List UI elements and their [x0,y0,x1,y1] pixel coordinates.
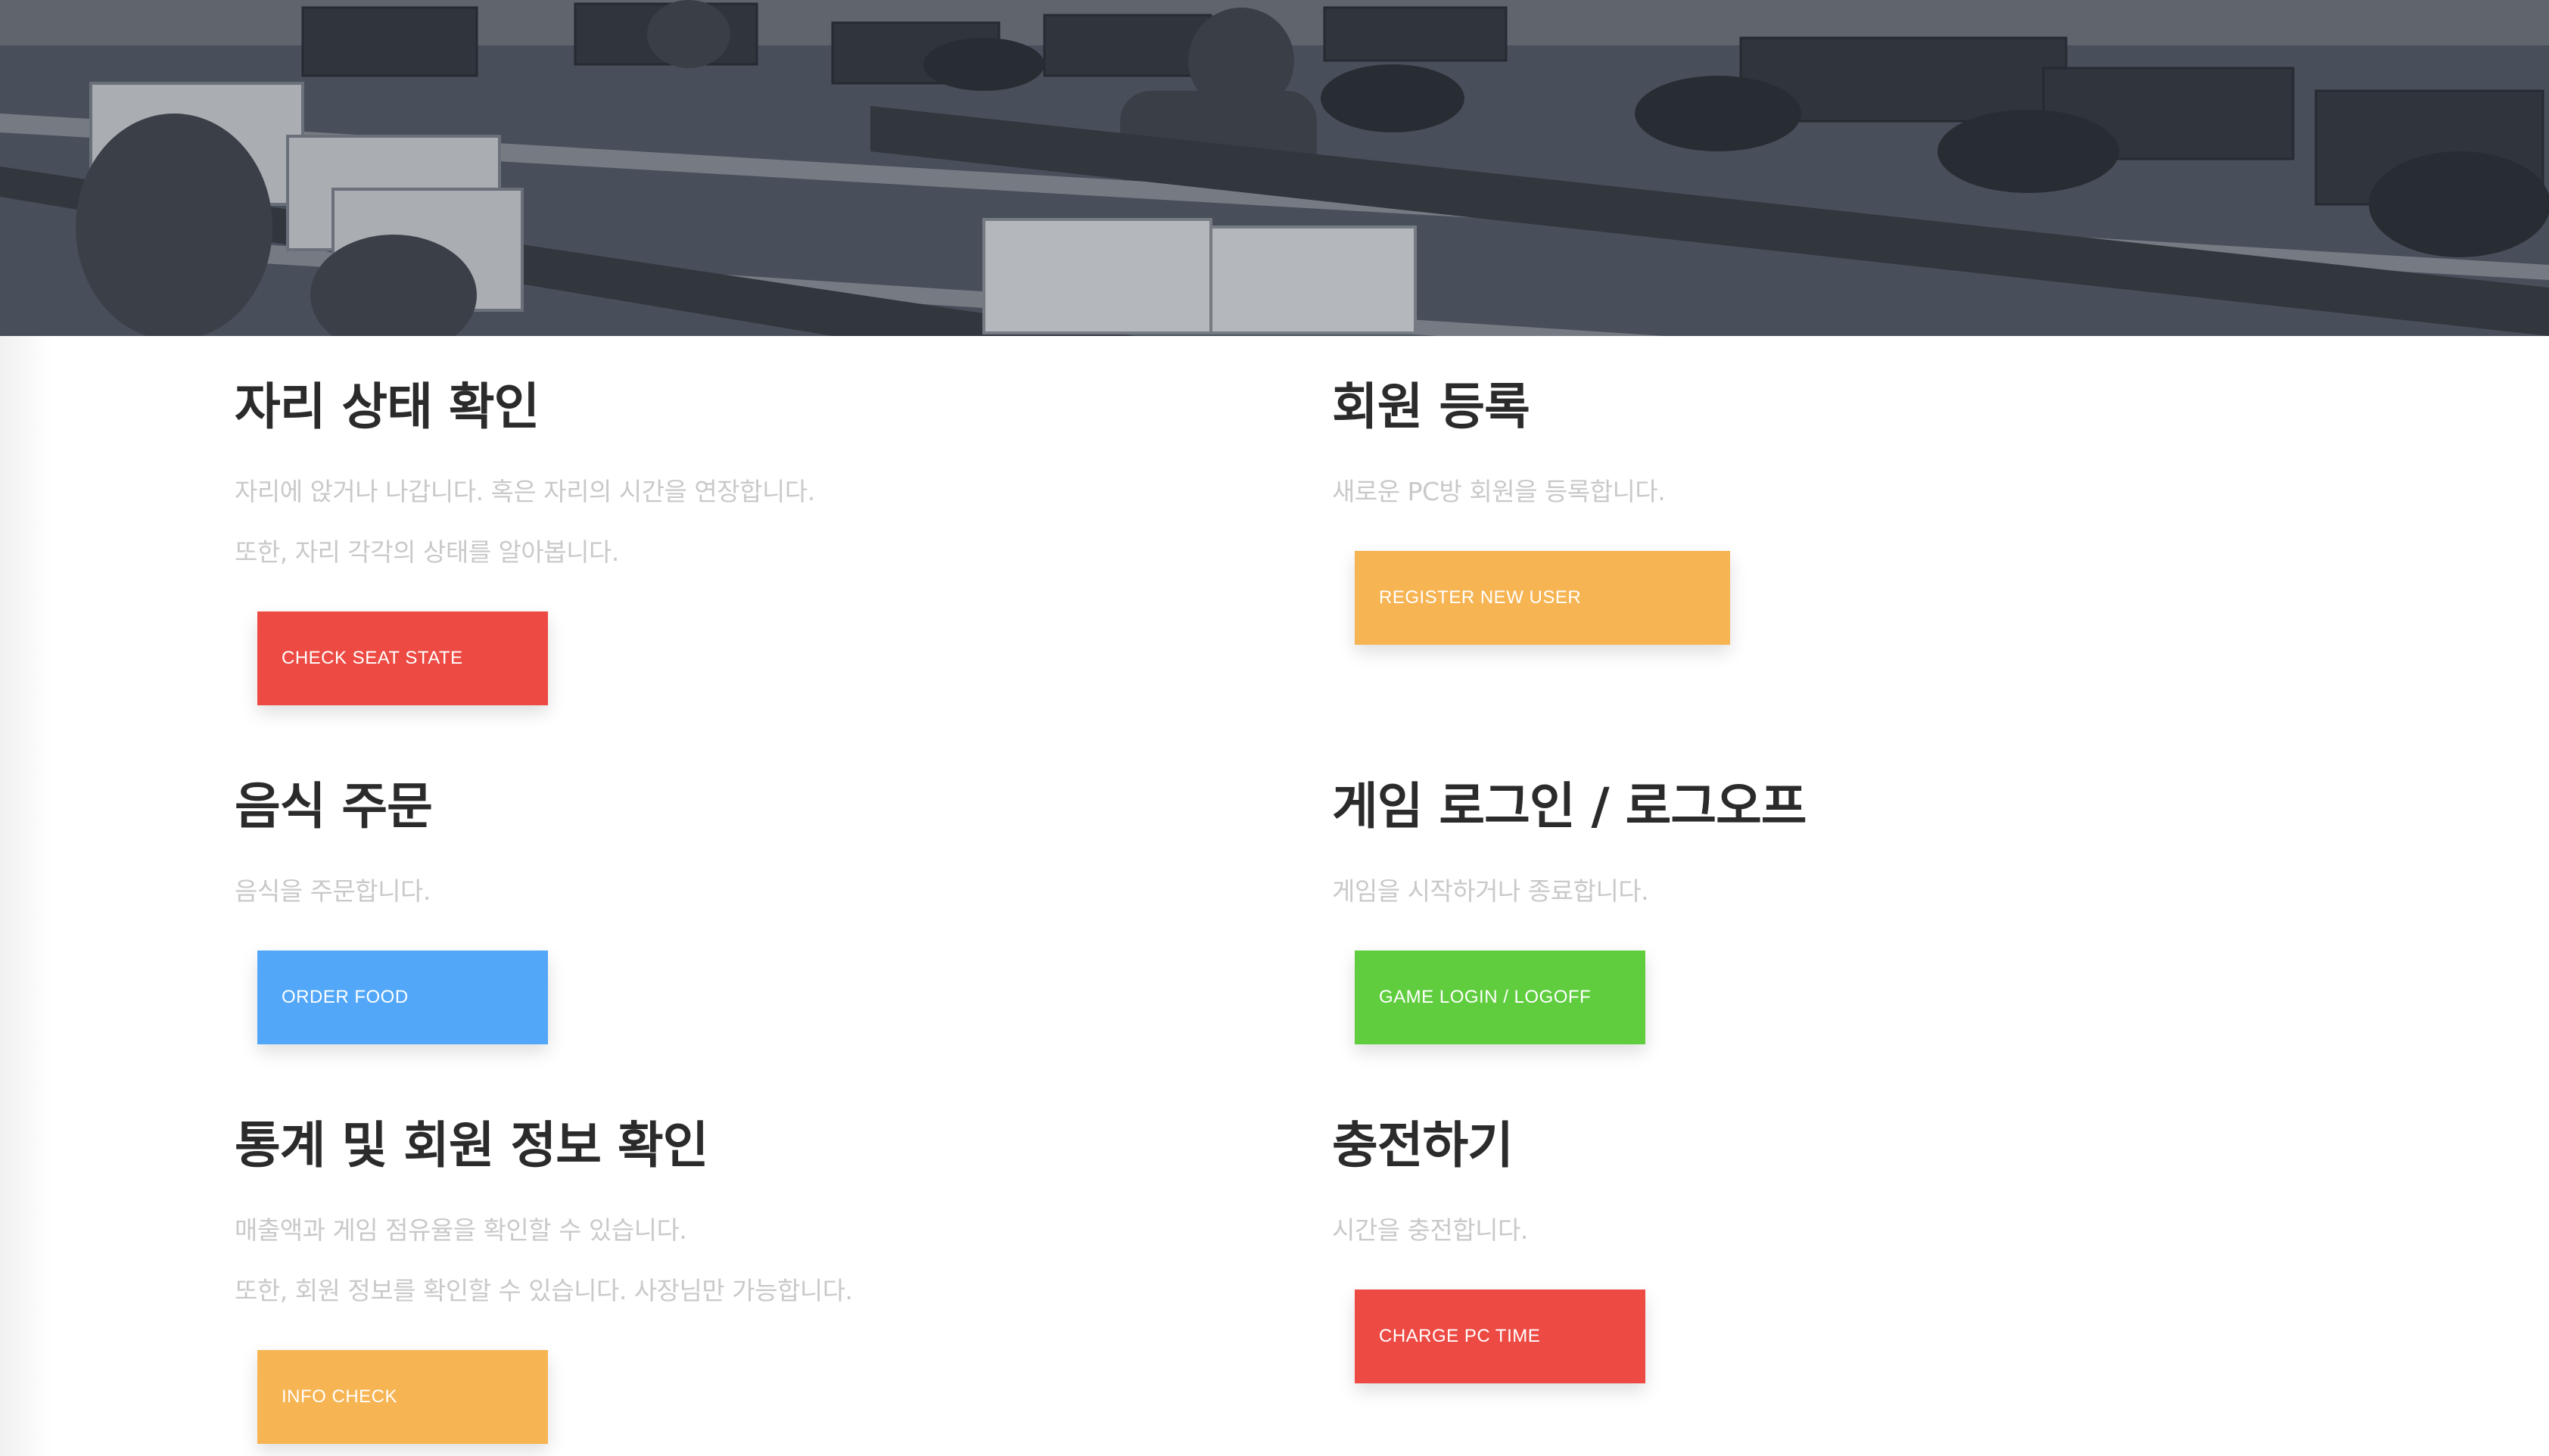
register-new-user-button[interactable]: REGISTER NEW USER [1355,551,1730,645]
section-description-line-2: 또한, 자리 각각의 상태를 알아봅니다. [235,537,619,567]
info-check-button[interactable]: INFO CHECK [257,1350,548,1444]
section-description-line-1: 자리에 앉거나 나갑니다. 혹은 자리의 시간을 연장합니다. [235,477,815,506]
section-info-check: 통계 및 회원 정보 확인 매출액과 게임 점유율을 확인할 수 있습니다. 또… [235,1114,1218,1306]
order-food-button[interactable]: ORDER FOOD [257,950,548,1044]
section-description-line-1: 시간을 충전합니다. [1332,1215,1528,1245]
section-title: 게임 로그인 / 로그오프 [1332,777,1807,835]
check-seat-state-button[interactable]: CHECK SEAT STATE [257,611,548,705]
section-charge-time: 충전하기 시간을 충전합니다. [1332,1114,2316,1246]
section-description-line-1: 매출액과 게임 점유율을 확인할 수 있습니다. [235,1215,687,1245]
section-title: 충전하기 [1332,1116,1514,1174]
section-description-line-2: 또한, 회원 정보를 확인할 수 있습니다. 사장님만 가능합니다. [235,1276,853,1305]
section-description-line-1: 새로운 PC방 회원을 등록합니다. [1332,477,1666,506]
section-seat-state: 자리 상태 확인 자리에 앉거나 나갑니다. 혹은 자리의 시간을 연장합니다.… [235,375,1218,568]
section-description-line-1: 음식을 주문합니다. [235,876,431,906]
section-order-food: 음식 주문 음식을 주문합니다. [235,775,1218,907]
section-title: 회원 등록 [1332,378,1530,436]
section-title: 통계 및 회원 정보 확인 [235,1116,708,1174]
section-register-user: 회원 등록 새로운 PC방 회원을 등록합니다. [1332,375,2316,507]
section-description-line-1: 게임을 시작하거나 종료합니다. [1332,876,1649,906]
hero-banner-image [0,0,2549,336]
section-game-login: 게임 로그인 / 로그오프 게임을 시작하거나 종료합니다. [1332,775,2316,907]
charge-pc-time-button[interactable]: CHARGE PC TIME [1355,1290,1645,1383]
section-title: 음식 주문 [235,777,433,835]
left-edge-shade [0,336,53,1456]
pc-room-photo [0,0,2549,336]
game-login-logoff-button[interactable]: GAME LOGIN / LOGOFF [1355,950,1645,1044]
section-title: 자리 상태 확인 [235,378,540,436]
